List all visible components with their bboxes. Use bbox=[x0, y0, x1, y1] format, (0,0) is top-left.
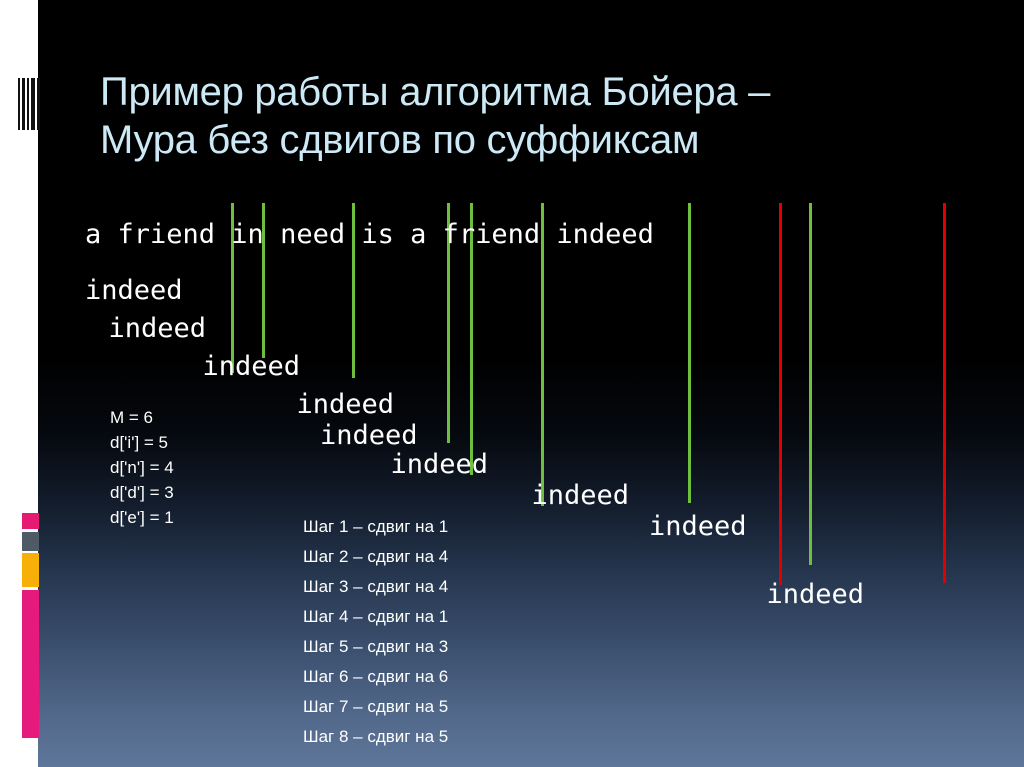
pattern-attempt-3: indeed bbox=[202, 351, 301, 382]
pattern-attempt-5: indeed bbox=[320, 420, 418, 451]
comparison-marker-line-green bbox=[809, 203, 812, 565]
pattern-attempt-7: indeed bbox=[531, 480, 630, 511]
shift-table: M = 6 d['i'] = 5 d['n'] = 4 d['d'] = 3 d['e'… bbox=[110, 405, 174, 530]
shift-table-row: d['d'] = 3 bbox=[110, 483, 174, 502]
slide-title-line-2: Мура без сдвигов по суффиксам bbox=[100, 118, 700, 162]
shift-table-row: M = 6 bbox=[110, 408, 153, 427]
step-list-item: Шаг 2 – сдвиг на 4 bbox=[303, 547, 449, 566]
pattern-attempt-9: indeed bbox=[766, 579, 865, 610]
step-list: Шаг 1 – сдвиг на 1 Шаг 2 – сдвиг на 4 Шаг … bbox=[303, 512, 448, 752]
step-list-item: Шаг 4 – сдвиг на 1 bbox=[303, 607, 449, 626]
step-list-item: Шаг 3 – сдвиг на 4 bbox=[303, 577, 449, 596]
pattern-attempt-8: indeed bbox=[649, 511, 747, 542]
shift-table-row: d['e'] = 1 bbox=[110, 508, 174, 527]
slide-title-line-1: Пример работы алгоритма Бойера – bbox=[100, 70, 771, 114]
haystack-text: a friend in need is a friend indeed bbox=[85, 219, 654, 250]
step-list-item: Шаг 8 – сдвиг на 5 bbox=[303, 727, 449, 746]
match-marker-line-red bbox=[779, 203, 782, 585]
barcode-bar bbox=[18, 78, 20, 130]
barcode-bar bbox=[37, 78, 40, 130]
step-list-item: Шаг 7 – сдвиг на 5 bbox=[303, 697, 449, 716]
step-list-item: Шаг 1 – сдвиг на 1 bbox=[303, 517, 449, 536]
slide-title: Пример работы алгоритма Бойера – Мура бе… bbox=[100, 68, 800, 164]
barcode-bar bbox=[27, 78, 29, 130]
barcode-bar bbox=[31, 78, 35, 130]
slide: Пример работы алгоритма Бойера – Мура бе… bbox=[0, 0, 1024, 767]
barcode-bar bbox=[22, 78, 25, 130]
decor-chip-pink bbox=[22, 513, 39, 529]
decor-accent-bar bbox=[22, 590, 39, 738]
shift-table-row: d['n'] = 4 bbox=[110, 458, 174, 477]
comparison-marker-line-green bbox=[688, 203, 691, 503]
decor-chip-yellow bbox=[22, 553, 39, 587]
step-list-item: Шаг 6 – сдвиг на 6 bbox=[303, 667, 449, 686]
step-list-item: Шаг 5 – сдвиг на 3 bbox=[303, 637, 449, 656]
pattern-attempt-6: indeed bbox=[390, 449, 489, 480]
pattern-attempt-4: indeed bbox=[296, 389, 395, 420]
decor-chip-gray bbox=[22, 532, 39, 551]
barcode-decoration-icon bbox=[18, 78, 40, 130]
shift-table-row: d['i'] = 5 bbox=[110, 433, 168, 452]
pattern-attempt-1: indeed bbox=[85, 275, 183, 306]
match-marker-line-red bbox=[943, 203, 946, 583]
pattern-attempt-2: indeed bbox=[108, 313, 207, 344]
